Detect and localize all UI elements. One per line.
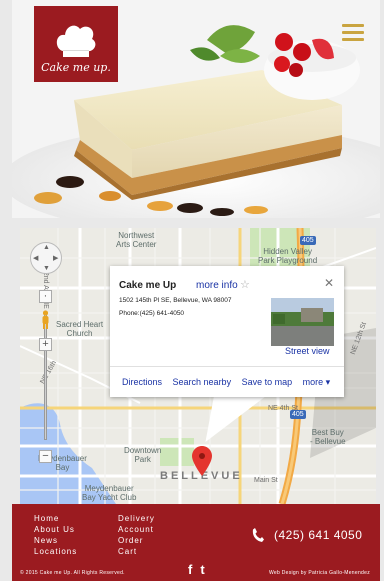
map-label-hidden-valley: Hidden Valley Park Playground	[258, 247, 318, 265]
street-view-link[interactable]: Street view	[285, 346, 330, 356]
map-label-sacred-heart: Sacred Heart Church	[56, 320, 104, 338]
logo-text: Cake me up.	[41, 61, 111, 74]
zoom-in-button[interactable]: +	[39, 338, 52, 351]
pan-down-icon[interactable]: ▼	[43, 265, 50, 272]
map-label-downtown-park: Downtown Park	[124, 446, 162, 464]
directions-link[interactable]: Directions	[122, 377, 162, 387]
pegman-icon[interactable]	[40, 310, 51, 330]
social-links: f t	[188, 562, 205, 577]
hamburger-icon-bar	[342, 31, 364, 34]
map-pan-control[interactable]: ▲ ▼ ◀ ▶	[30, 242, 62, 274]
street-view-thumbnail[interactable]	[271, 298, 334, 346]
info-title: Cake me Up	[119, 280, 177, 291]
map-info-window: Cake me Up more info ☆ ✕ 1502 145th Pl S…	[110, 266, 344, 397]
map-label-northwest-arts: Northwest Arts Center	[116, 231, 157, 249]
footer-link-order[interactable]: Order	[118, 535, 155, 546]
twitter-icon[interactable]: t	[200, 562, 204, 577]
star-icon[interactable]: ☆	[240, 278, 250, 291]
chef-hat-icon	[56, 25, 96, 57]
pan-left-icon[interactable]: ◀	[33, 254, 38, 262]
zoom-out-button[interactable]: −	[39, 450, 52, 463]
map-pin-icon[interactable]	[192, 446, 212, 476]
footer-nav-col1: Home About Us News Locations	[34, 513, 77, 557]
info-divider	[110, 366, 344, 367]
footer-link-locations[interactable]: Locations	[34, 546, 77, 557]
info-phone: Phone:(425) 641-4050	[119, 310, 185, 317]
site-footer: Home About Us News Locations Delivery Ac…	[12, 504, 380, 581]
hwy-405-shield-bottom: 405	[290, 410, 306, 419]
copyright: © 2015 Cake me Up. All Rights Reserved.	[20, 570, 125, 576]
footer-link-account[interactable]: Account	[118, 524, 155, 535]
footer-link-about[interactable]: About Us	[34, 524, 77, 535]
map-label-yacht-club: Meydenbauer Bay Yacht Club	[82, 484, 137, 502]
pan-up-icon[interactable]: ▲	[43, 244, 50, 251]
save-to-map-link[interactable]: Save to map	[242, 377, 293, 387]
footer-link-news[interactable]: News	[34, 535, 77, 546]
pan-right-icon[interactable]: ▶	[53, 254, 58, 262]
hamburger-icon-bar	[342, 24, 364, 27]
search-nearby-link[interactable]: Search nearby	[173, 377, 232, 387]
footer-link-delivery[interactable]: Delivery	[118, 513, 155, 524]
facebook-icon[interactable]: f	[188, 562, 192, 577]
phone-number: (425) 641 4050	[274, 528, 363, 542]
zoom-center-button[interactable]: ·	[39, 290, 52, 303]
hwy-405-shield-top: 405	[300, 236, 316, 245]
hamburger-menu-button[interactable]	[342, 24, 364, 42]
footer-phone[interactable]: (425) 641 4050	[252, 528, 362, 542]
info-actions: Directions Search nearby Save to map mor…	[122, 377, 338, 388]
footer-nav-col2: Delivery Account Order Cart	[118, 513, 155, 557]
more-info-link[interactable]: more info	[196, 280, 238, 291]
phone-icon	[252, 528, 264, 542]
google-map[interactable]: Northwest Arts Center Hidden Valley Park P…	[20, 228, 376, 504]
footer-link-cart[interactable]: Cart	[118, 546, 155, 557]
info-address: 1502 145th Pl SE, Bellevue, WA 98007	[119, 297, 232, 304]
map-label-best-buy: Best Buy - Bellevue	[310, 428, 346, 446]
close-icon[interactable]: ✕	[324, 276, 334, 290]
footer-link-home[interactable]: Home	[34, 513, 77, 524]
map-label-main-st: Main St	[254, 477, 278, 484]
logo[interactable]: Cake me up.	[34, 6, 118, 82]
zoom-slider-track[interactable]	[44, 314, 47, 440]
design-credit: Web Design by Patricia Gallo-Menendez	[268, 570, 370, 576]
hero-banner: Cake me up.	[12, 0, 380, 218]
hamburger-icon-bar	[342, 38, 364, 41]
more-dropdown[interactable]: more ▾	[303, 377, 331, 387]
